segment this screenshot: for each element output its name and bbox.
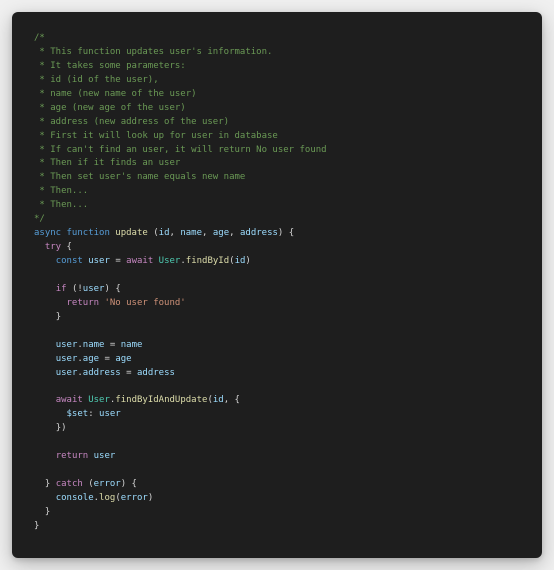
code-line-closebrace: } [34,506,520,520]
keyword-function: function [67,228,110,238]
comment-line: */ [34,213,520,227]
param-id: id [159,228,170,238]
var-user: user [56,368,78,378]
code-line-return-user: return user [34,450,520,464]
string-nouser: 'No user found' [104,298,185,308]
code-line-return-str: return 'No user found' [34,297,520,311]
comment-line: * age (new age of the user) [34,102,520,116]
blank-line [34,464,520,478]
arg-id: id [213,395,224,405]
comment-line: * name (new name of the user) [34,88,520,102]
arg-error: error [121,493,148,503]
class-user: User [88,395,110,405]
keyword-try: try [45,242,61,252]
comment-line: * If can't find an user, it will return … [34,144,520,158]
code-line-fn-decl: async function update (id, name, age, ad… [34,227,520,241]
comment-line: * Then... [34,185,520,199]
code-line-assign-name: user.name = name [34,339,520,353]
code-line-console: console.log(error) [34,492,520,506]
code-line-catch: } catch (error) { [34,478,520,492]
keyword-await: await [56,395,83,405]
comment-line: * Then if it finds an user [34,157,520,171]
param-age: age [213,228,229,238]
var-error: error [94,479,121,489]
code-line-set: $set: user [34,408,520,422]
keyword-const: const [56,256,83,266]
blank-line [34,436,520,450]
blank-line [34,380,520,394]
code-line-await-update: await User.findByIdAndUpdate(id, { [34,394,520,408]
method-log: log [99,493,115,503]
keyword-if: if [56,284,67,294]
keyword-return: return [56,451,89,461]
prop-set: $set [67,409,89,419]
param-name: name [180,228,202,238]
comment-line: * Then set user's name equals new name [34,171,520,185]
keyword-await: await [126,256,153,266]
obj-console: console [56,493,94,503]
code-line-closebrace: } [34,311,520,325]
blank-line [34,325,520,339]
code-editor: /* * This function updates user's inform… [12,12,542,558]
blank-line [34,269,520,283]
method-findbyidandupdate: findByIdAndUpdate [115,395,207,405]
comment-line: * id (id of the user), [34,74,520,88]
code-line-closebrace: } [34,520,520,534]
comment-line: /* [34,32,520,46]
prop-address: address [83,368,121,378]
comment-line: * It takes some parameters: [34,60,520,74]
code-line-closeobj: }) [34,422,520,436]
var-user: user [94,451,116,461]
prop-age: age [83,354,99,364]
code-line-try: try { [34,241,520,255]
var-user: user [56,340,78,350]
keyword-catch: catch [56,479,83,489]
keyword-return: return [67,298,100,308]
arg-id: id [235,256,246,266]
comment-line: * First it will look up for user in data… [34,130,520,144]
code-line-assign-age: user.age = age [34,353,520,367]
var-user: user [88,256,110,266]
var-user: user [83,284,105,294]
fn-name-update: update [115,228,148,238]
comment-line: * address (new address of the user) [34,116,520,130]
var-age: age [115,354,131,364]
param-address: address [240,228,278,238]
method-findbyid: findById [186,256,229,266]
var-name: name [121,340,143,350]
comment-line: * This function updates user's informati… [34,46,520,60]
code-line-assign-address: user.address = address [34,367,520,381]
var-user: user [56,354,78,364]
code-line-const-user: const user = await User.findById(id) [34,255,520,269]
code-line-if-nouser: if (!user) { [34,283,520,297]
var-user: user [99,409,121,419]
class-user: User [159,256,181,266]
keyword-async: async [34,228,61,238]
prop-name: name [83,340,105,350]
comment-line: * Then... [34,199,520,213]
var-address: address [137,368,175,378]
